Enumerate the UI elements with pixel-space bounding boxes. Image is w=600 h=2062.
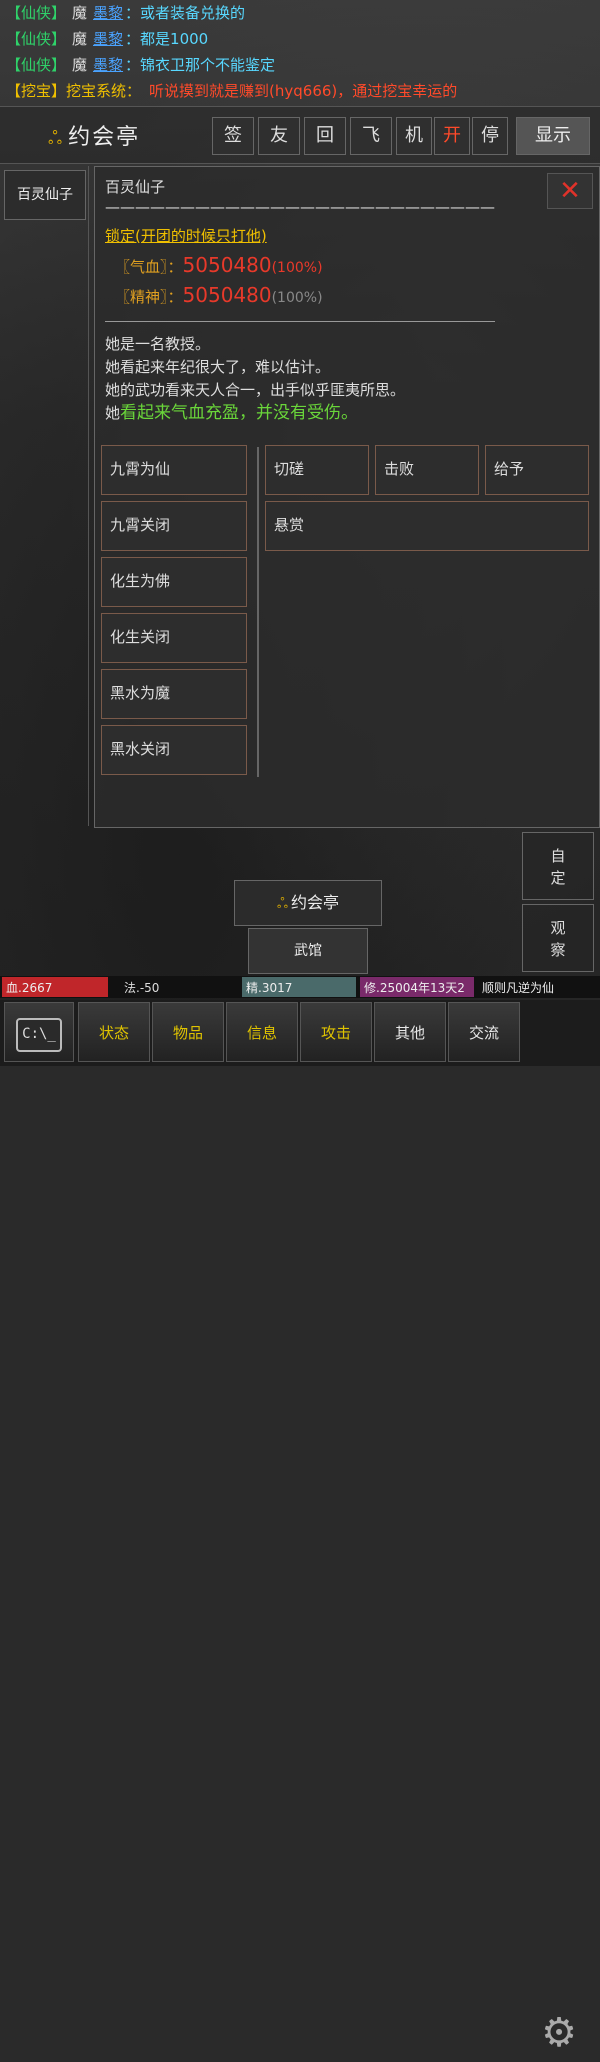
npc-detail-panel: ✕ 百灵仙子—————————————————————————— 锁定(开团的时… <box>94 166 600 828</box>
give-button[interactable]: 给予 <box>485 445 589 495</box>
bottom-nav: C:\_ 状态 物品 信息 攻击 其他 交流 ⚙ <box>0 1000 600 2056</box>
chat-channel: 【挖宝】 <box>6 82 67 100</box>
return-button[interactable]: 回 <box>304 117 346 155</box>
divider <box>105 321 495 322</box>
bounty-button[interactable]: 悬赏 <box>265 501 589 551</box>
player-name-link[interactable]: 墨黎 <box>93 30 123 48</box>
people-icon: ஃ <box>48 128 65 149</box>
action-button[interactable]: 九霄为仙 <box>101 445 247 495</box>
start-button[interactable]: 开 <box>434 117 470 155</box>
npc-tab[interactable]: 百灵仙子 <box>4 170 86 220</box>
spirit-label: 〖精神〗： <box>115 288 183 306</box>
action-button[interactable]: 九霄关闭 <box>101 501 247 551</box>
player-name-link[interactable]: 墨黎 <box>93 56 123 74</box>
health-status: 看起来气血充盈，并没有受伤。 <box>120 403 359 423</box>
hp-stat: 〖气血〗：5050480(100%) <box>115 253 323 277</box>
observe-button[interactable]: 观察 <box>522 904 594 972</box>
spirit-percent: (100%) <box>271 290 323 306</box>
chat-line: 【仙侠】魔墨黎 ：都是1000 <box>0 26 600 52</box>
exit-button[interactable]: 武馆 <box>248 928 368 974</box>
location-button[interactable]: ஃ 约会亭 <box>234 880 382 926</box>
close-icon[interactable]: ✕ <box>547 173 593 209</box>
spirit-stat: 〖精神〗：5050480(100%) <box>115 283 323 307</box>
nav-social[interactable]: 交流 <box>448 1002 520 1062</box>
spirit-value: 5050480 <box>182 283 272 307</box>
status-bar: 血.2667 法.-50 精.3017 修.25004年13天2 顺则凡逆为仙 <box>0 976 600 998</box>
action-button[interactable]: 黑水为魔 <box>101 669 247 719</box>
player-name-link[interactable]: 墨黎 <box>93 4 123 22</box>
chat-line: 【仙侠】魔墨黎 ：或者装备兑换的 <box>0 0 600 26</box>
custom-label: 自定 <box>550 847 566 887</box>
nav-other[interactable]: 其他 <box>374 1002 446 1062</box>
desc-subject: 她 <box>105 404 121 422</box>
nav-items[interactable]: 物品 <box>152 1002 224 1062</box>
chat-channel: 【仙侠】 <box>6 56 67 74</box>
nav-status[interactable]: 状态 <box>78 1002 150 1062</box>
location-label: 约会亭 <box>290 893 339 912</box>
jing-bar: 精.3017 <box>242 977 356 997</box>
people-icon: ஃ <box>277 896 288 912</box>
nav-attack[interactable]: 攻击 <box>300 1002 372 1062</box>
location-title-text: 约会亭 <box>68 125 141 150</box>
custom-button[interactable]: 自定 <box>522 832 594 900</box>
npc-description: 她是一名教授。 她看起来年纪很大了，难以估计。 她的武功看来天人合一，出手似乎匪… <box>105 333 405 425</box>
action-button[interactable]: 化生为佛 <box>101 557 247 607</box>
terminal-icon: C:\_ <box>16 1018 62 1052</box>
faction-badge: 魔 <box>72 4 88 22</box>
cultivation-bar: 修.25004年13天2 <box>360 977 474 997</box>
friend-button[interactable]: 友 <box>258 117 300 155</box>
stop-button[interactable]: 停 <box>472 117 508 155</box>
action-button[interactable]: 黑水关闭 <box>101 725 247 775</box>
nav-info[interactable]: 信息 <box>226 1002 298 1062</box>
show-button[interactable]: 显示 <box>516 117 590 155</box>
hp-label: 〖气血〗： <box>115 258 183 276</box>
hp-percent: (100%) <box>271 260 323 276</box>
observe-label: 观察 <box>550 919 566 959</box>
system-sender: 挖宝系统： <box>66 82 142 100</box>
npc-name: 百灵仙子—————————————————————————— <box>105 178 495 216</box>
divider <box>257 447 259 777</box>
sign-button[interactable]: 签 <box>212 117 254 155</box>
fly-button[interactable]: 飞 <box>350 117 392 155</box>
faction-badge: 魔 <box>72 56 88 74</box>
divider <box>88 166 89 826</box>
gear-icon[interactable]: ⚙ <box>526 2004 592 2062</box>
action-button[interactable]: 化生关闭 <box>101 613 247 663</box>
location-title: ஃ 约会亭 <box>48 119 140 151</box>
rule-text: 顺则凡逆为仙 <box>478 977 600 997</box>
command-button[interactable]: C:\_ <box>4 1002 74 1062</box>
desc-line: 她看起来气血充盈，并没有受伤。 <box>105 402 405 425</box>
chat-line: 【仙侠】魔墨黎 ：锦衣卫那个不能鉴定 <box>0 52 600 78</box>
lock-target-link[interactable]: 锁定(开团的时候只打他) <box>105 225 267 246</box>
chat-channel: 【仙侠】 <box>6 30 67 48</box>
desc-line: 她看起来年纪很大了，难以估计。 <box>105 358 331 376</box>
faction-badge: 魔 <box>72 30 88 48</box>
defeat-button[interactable]: 击败 <box>375 445 479 495</box>
mp-bar: 法.-50 <box>120 977 238 997</box>
chat-line: 【挖宝】挖宝系统： 听说摸到就是赚到(hyq666)，通过挖宝幸运的 <box>0 78 600 104</box>
desc-line: 她的武功看来天人合一，出手似乎匪夷所思。 <box>105 381 406 399</box>
chat-log: 【仙侠】魔墨黎 ：或者装备兑换的 【仙侠】魔墨黎 ：都是1000 【仙侠】魔墨黎 ：锦… <box>0 0 600 104</box>
desc-line: 她是一名教授。 <box>105 335 211 353</box>
chat-message: 听说摸到就是赚到(hyq666)，通过挖宝幸运的 <box>149 82 458 100</box>
location-header: ஃ 约会亭 签 友 回 飞 机 开 停 显示 <box>0 106 600 164</box>
chat-message: ：或者装备兑换的 <box>125 4 246 22</box>
hp-value: 5050480 <box>182 253 272 277</box>
hp-bar: 血.2667 <box>2 977 108 997</box>
machine-button[interactable]: 机 <box>396 117 432 155</box>
chat-message: ：锦衣卫那个不能鉴定 <box>125 56 276 74</box>
chat-channel: 【仙侠】 <box>6 4 67 22</box>
chat-message: ：都是1000 <box>125 30 209 48</box>
spar-button[interactable]: 切磋 <box>265 445 369 495</box>
